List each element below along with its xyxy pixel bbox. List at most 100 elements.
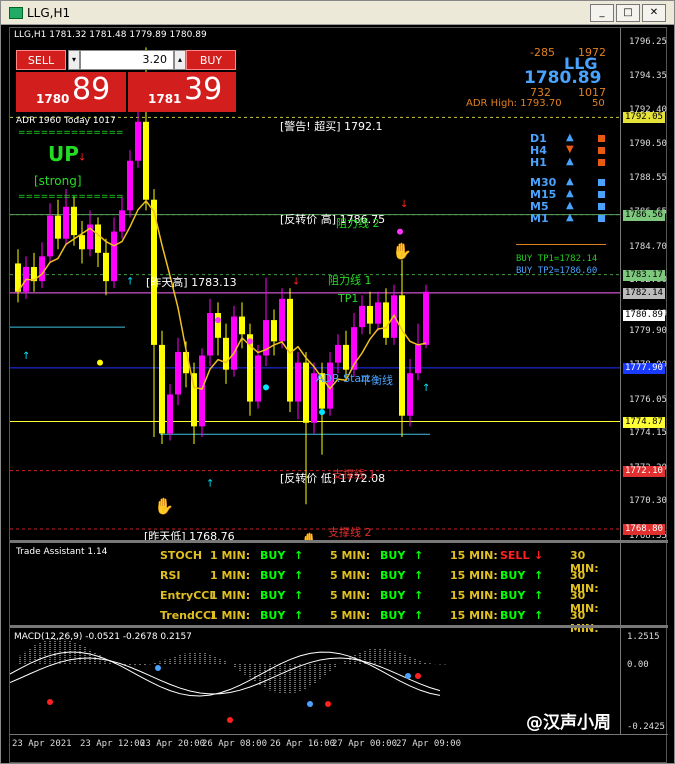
candle-body <box>359 305 365 328</box>
sell-button[interactable]: SELL <box>16 50 66 70</box>
signal-cell: BUY <box>380 569 406 582</box>
strength-box-icon <box>598 191 605 198</box>
lot-increase-button[interactable]: ▴ <box>174 50 186 70</box>
trend-up-icon: ▲ <box>566 188 574 199</box>
macd-axis: 1.2515 0.00 -0.2425 <box>620 628 668 734</box>
signal-cell: BUY <box>260 569 286 582</box>
price-level-tag: 1774.87 <box>623 416 665 428</box>
signal-dot <box>319 409 325 416</box>
candle-body <box>239 316 245 335</box>
sell-arrow-icon: ↓ <box>400 199 408 210</box>
timeframe-cell: 5 MIN: <box>330 549 371 562</box>
chart-header: LLG,H1 1781.32 1781.48 1779.89 1780.89 <box>14 30 207 40</box>
candle-body <box>55 215 61 239</box>
lot-size-input[interactable]: 3.20 <box>80 50 174 70</box>
buy-arrow-icon: ↑ <box>126 277 134 288</box>
price-chart-area[interactable]: ↑ ↑ ↑ ↑ ↓ ↓ ↓ ✋ ✋ ✋ LLG,H1 1781.32 1781.48 1779.8… <box>9 27 668 763</box>
adr-dash-top: ============== <box>18 128 124 138</box>
strength-box-icon <box>598 159 605 166</box>
price-axis-label: 1779.90 <box>629 326 667 337</box>
candle-body <box>375 302 381 324</box>
trend-up-icon: ▲ <box>566 156 574 167</box>
timeframe-cell: 5 MIN: <box>330 609 371 622</box>
candle-body <box>407 373 413 416</box>
watermark-label: @汉声小周 <box>526 713 611 733</box>
macd-cross-dot <box>227 717 233 723</box>
indicator-row: STOCH 1 MIN: BUY ↑ 5 MIN: BUY ↑ 15 MIN: SELL ↓ 30 … <box>10 549 610 575</box>
trend-up-icon: ▲ <box>566 212 574 223</box>
trend-up-label: UP <box>48 142 79 166</box>
candle-body <box>271 320 277 342</box>
current-price-label: 1780.89 <box>524 68 602 88</box>
arrow-up-icon: ↑ <box>294 589 304 602</box>
sell-price-prefix: 1780 <box>36 92 70 106</box>
timeframe-cell: 1 MIN: <box>210 569 251 582</box>
pivot-label: 平衡线 <box>360 374 393 387</box>
time-axis-label: 27 Apr 00:00 <box>332 739 398 749</box>
price-axis-label: 1770.30 <box>629 496 667 507</box>
signal-cell: BUY <box>500 569 526 582</box>
window-title: LLG,H1 <box>27 5 71 20</box>
buy-tp2-label: BUY TP2=1786.60 <box>516 266 598 276</box>
timeframe-cell: 15 MIN: <box>450 569 498 582</box>
hand-up-icon: ✋ <box>154 496 174 515</box>
close-button[interactable]: ✕ <box>642 4 666 22</box>
buy-button[interactable]: BUY <box>186 50 236 70</box>
strength-box-icon <box>598 147 605 154</box>
overbought-warning: [警告! 超买] 1792.1 <box>280 120 383 133</box>
maximize-button[interactable]: □ <box>616 4 640 22</box>
candle-body <box>415 344 421 374</box>
timeframe-label: H1 <box>530 156 547 169</box>
strength-box-icon <box>598 203 605 210</box>
hand-up-icon: ✋ <box>300 532 320 540</box>
candle-body <box>143 121 149 200</box>
strength-box-icon <box>598 135 605 142</box>
buy-tp1-label: BUY TP1=1782.14 <box>516 254 598 264</box>
signal-cell: BUY <box>500 609 526 622</box>
sell-arrow-icon: ↓ <box>78 153 86 164</box>
candle-body <box>47 215 53 257</box>
timeframe-cell: 1 MIN: <box>210 609 251 622</box>
support-1-label: 支撑线 1 <box>332 468 376 481</box>
candle-body <box>79 235 85 250</box>
price-level-tag: 1792.05 <box>623 112 665 124</box>
time-axis-label: 23 Apr 20:00 <box>140 739 206 749</box>
candle-body <box>167 394 173 434</box>
price-level-tag: 1786.56 <box>623 209 665 221</box>
timeframe-cell: 5 MIN: <box>330 569 371 582</box>
resistance-1-label: 阻力线 1 <box>328 274 372 287</box>
sell-arrow-icon: ↓ <box>292 277 300 288</box>
trend-up-icon: ▲ <box>566 200 574 211</box>
arrow-down-icon: ↓ <box>534 549 544 562</box>
sell-price-box[interactable]: 1780 89 <box>16 72 126 112</box>
price-level-tag: 1783.17 <box>623 269 665 281</box>
signal-cell: BUY <box>260 589 286 602</box>
indicator-row: RSI 1 MIN: BUY ↑ 5 MIN: BUY ↑ 15 MIN: BUY ↑ 30 MIN… <box>10 569 610 595</box>
stat-n5: 50 <box>592 98 605 109</box>
macd-cross-dot <box>415 673 421 679</box>
indicator-name: EntryCCI <box>160 589 214 602</box>
adr-dash-bottom: ============== <box>18 192 124 202</box>
lot-decrease-button[interactable]: ▾ <box>68 50 80 70</box>
arrow-up-icon: ↑ <box>414 609 424 622</box>
minimize-button[interactable]: _ <box>590 4 614 22</box>
adr-today-label: ADR 1960 Today 1017 <box>16 116 116 126</box>
price-axis-label: 1790.50 <box>629 138 667 149</box>
macd-axis-top: 1.2515 <box>627 632 660 642</box>
candle-body <box>199 355 205 427</box>
strength-box-icon <box>598 215 605 222</box>
strength-box-icon <box>598 179 605 186</box>
candle-body <box>231 316 237 370</box>
timeframe-cell: 1 MIN: <box>210 549 251 562</box>
price-axis-label: 1774.15 <box>629 428 667 439</box>
adr-high-label: ADR High: 1793.70 <box>466 98 562 109</box>
buy-price-box[interactable]: 1781 39 <box>128 72 236 112</box>
support-2-label: 支撑线 2 <box>328 526 372 539</box>
price-axis[interactable]: 1796.251794.351792.401790.501788.551786.… <box>620 28 668 541</box>
signal-cell: BUY <box>260 609 286 622</box>
signal-cell: BUY <box>380 589 406 602</box>
time-axis[interactable]: 23 Apr 2021 23 Apr 12:00 23 Apr 20:00 26 Ap… <box>10 734 668 762</box>
macd-cross-dot <box>155 665 161 671</box>
arrow-up-icon: ↑ <box>414 549 424 562</box>
candle-body <box>207 313 213 356</box>
